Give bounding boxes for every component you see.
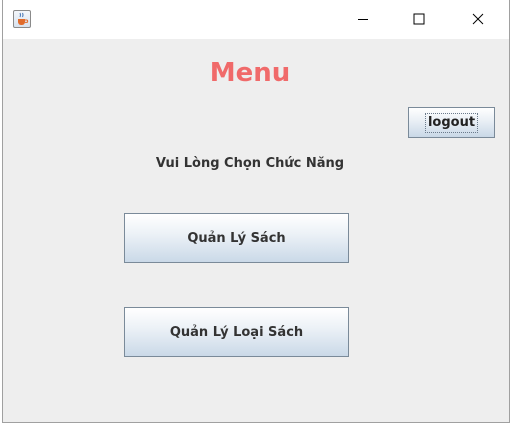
page-title: Menu: [209, 58, 291, 88]
maximize-button[interactable]: [396, 0, 442, 39]
minimize-button[interactable]: [340, 0, 386, 39]
close-icon: [472, 13, 484, 25]
maximize-icon: [413, 13, 425, 25]
logout-label: logout: [424, 112, 479, 133]
logout-button[interactable]: logout: [408, 107, 495, 138]
instruction-label: Vui Lòng Chọn Chức Năng: [155, 156, 345, 171]
manage-book-categories-button[interactable]: Quản Lý Loại Sách: [124, 307, 349, 357]
menu-window: Menu logout Vui Lòng Chọn Chức Năng Quản…: [2, 0, 510, 423]
desktop: Menu logout Vui Lòng Chọn Chức Năng Quản…: [0, 0, 513, 423]
minimize-icon: [358, 19, 368, 20]
manage-books-button[interactable]: Quản Lý Sách: [124, 213, 349, 263]
java-cup-icon[interactable]: [13, 10, 31, 28]
title-bar[interactable]: [3, 0, 509, 39]
close-button[interactable]: [455, 0, 501, 39]
